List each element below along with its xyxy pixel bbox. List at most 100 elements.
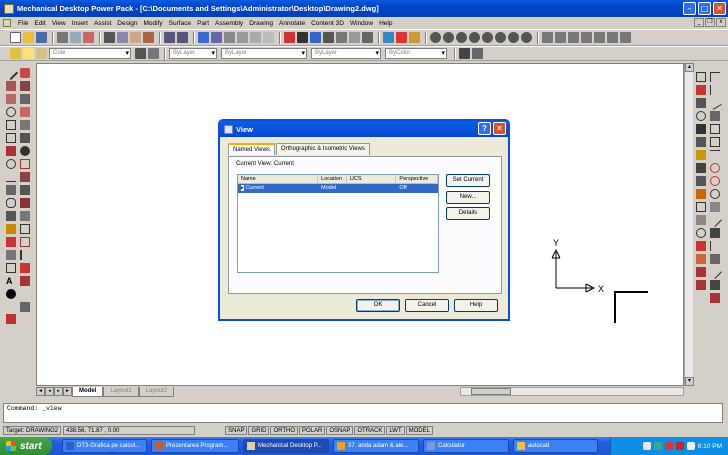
menu-annotate[interactable]: Annotate	[276, 20, 308, 27]
print-icon[interactable]	[57, 32, 68, 43]
volume-icon[interactable]	[686, 442, 695, 450]
polygon-icon[interactable]	[20, 81, 30, 91]
taskbar-item[interactable]: Prezentarea Program...	[151, 439, 239, 453]
snap-extension-icon[interactable]	[696, 267, 706, 277]
command-line[interactable]: Command: _view	[3, 403, 723, 423]
array-icon[interactable]	[6, 263, 16, 273]
otrack-toggle[interactable]: OTRACK	[354, 426, 386, 435]
dim-style-tool-icon[interactable]	[707, 264, 723, 280]
line-icon[interactable]	[3, 65, 19, 81]
menu-assembly[interactable]: Assembly	[212, 20, 246, 27]
print-preview-icon[interactable]	[70, 32, 81, 43]
leader-icon[interactable]	[710, 189, 720, 199]
maximize-button[interactable]: □	[698, 2, 711, 15]
copy-tool-icon[interactable]	[20, 302, 30, 312]
tab-prev-icon[interactable]: ◂	[45, 387, 54, 396]
menu-modify[interactable]: Modify	[141, 20, 166, 27]
security-icon[interactable]	[675, 442, 684, 450]
taskbar-item[interactable]: DT3-Grafica pe calcul...	[62, 439, 147, 453]
menu-insert[interactable]: Insert	[69, 20, 91, 27]
snap-nearest-icon[interactable]	[696, 202, 706, 212]
snap-temp-icon[interactable]	[696, 241, 706, 251]
erase-icon[interactable]	[20, 276, 30, 286]
copy-icon[interactable]	[117, 32, 128, 43]
minimize-button[interactable]: –	[683, 2, 696, 15]
radius-dim-icon[interactable]	[710, 111, 720, 121]
linear-dim-icon[interactable]	[710, 72, 720, 82]
tab-last-icon[interactable]: ►	[63, 387, 72, 396]
cut-icon[interactable]	[104, 32, 115, 43]
center-mark-icon[interactable]	[707, 212, 723, 228]
snap-tangent-icon[interactable]	[696, 137, 706, 147]
circle-icon[interactable]	[6, 107, 16, 117]
tab-model[interactable]: Model	[72, 386, 104, 397]
dialog-close-icon[interactable]: ✕	[493, 122, 506, 135]
horizontal-scrollbar[interactable]	[460, 387, 684, 396]
point-icon[interactable]	[6, 159, 16, 169]
new-file-icon[interactable]	[10, 32, 21, 43]
zoom-all-icon[interactable]	[456, 32, 467, 43]
menu-window[interactable]: Window	[347, 20, 376, 27]
grid-toggle[interactable]: GRID	[248, 426, 270, 435]
clock[interactable]: 6:10 PM	[698, 443, 722, 450]
snap-midpoint-icon[interactable]	[696, 85, 706, 95]
lineweight-select[interactable]: ByLayer	[311, 48, 381, 59]
zoom-extents-icon[interactable]	[469, 32, 480, 43]
hatch-icon[interactable]	[6, 172, 16, 182]
view-icon[interactable]	[263, 32, 274, 43]
zoom-scale-icon[interactable]	[482, 32, 493, 43]
menu-drawing[interactable]: Drawing	[246, 20, 276, 27]
menu-file[interactable]: File	[15, 20, 31, 27]
aligned-dim-icon[interactable]	[710, 85, 720, 95]
stretch-icon[interactable]	[20, 172, 30, 182]
layer-freeze-icon[interactable]	[36, 48, 47, 59]
angular-dim-icon[interactable]	[710, 137, 720, 147]
cancel-button[interactable]: Cancel	[405, 299, 449, 312]
snap-insert-icon[interactable]	[696, 176, 706, 186]
snap-quadrant-icon[interactable]	[696, 124, 706, 134]
snap-toggle[interactable]: SNAP	[225, 426, 248, 435]
baseline-dim-icon[interactable]	[710, 163, 720, 173]
menu-view[interactable]: View	[49, 20, 69, 27]
column-ucs[interactable]: UCS	[347, 175, 397, 183]
snap-intersection-icon[interactable]	[696, 98, 706, 108]
spline-icon[interactable]	[6, 120, 16, 130]
taskbar-item[interactable]: autocad	[513, 439, 598, 453]
zoom-dynamic-icon[interactable]	[508, 32, 519, 43]
view-top-icon[interactable]	[555, 32, 566, 43]
hyperlink-icon[interactable]	[211, 32, 222, 43]
lwt-toggle[interactable]: LWT	[386, 426, 405, 435]
taskbar-item-active[interactable]: Mechanical Desktop P...	[243, 439, 329, 453]
menu-part[interactable]: Part	[194, 20, 212, 27]
zoom-center-icon[interactable]	[495, 32, 506, 43]
osnap-toggle[interactable]: OSNAP	[326, 426, 354, 435]
tab-orthographic-isometric[interactable]: Orthographic & Isometric Views	[275, 143, 370, 155]
tab-next-icon[interactable]: ▸	[54, 387, 63, 396]
view-iso-icon[interactable]	[581, 32, 592, 43]
layer-on-icon[interactable]	[23, 48, 34, 59]
make-block-icon[interactable]	[6, 146, 16, 156]
dim-text-edit-icon[interactable]	[710, 241, 720, 251]
layers-icon[interactable]	[383, 32, 394, 43]
design-center-icon[interactable]	[198, 32, 209, 43]
shade-icon[interactable]	[224, 32, 235, 43]
dim-edit-icon[interactable]	[710, 228, 720, 238]
open-folder-icon[interactable]	[23, 32, 34, 43]
insert-block-icon[interactable]	[6, 133, 16, 143]
tolerance-icon[interactable]	[710, 202, 720, 212]
view-front-icon[interactable]	[542, 32, 553, 43]
menu-assist[interactable]: Assist	[91, 20, 114, 27]
menu-design[interactable]: Design	[114, 20, 140, 27]
view-right-icon[interactable]	[568, 32, 579, 43]
move-icon[interactable]	[20, 133, 30, 143]
ordinate-dim-icon[interactable]	[708, 96, 722, 110]
publish-icon[interactable]	[83, 32, 94, 43]
offset-icon[interactable]	[20, 263, 30, 273]
view-toggle-icon[interactable]	[620, 32, 631, 43]
make-current-layer-icon[interactable]	[135, 48, 146, 59]
color-select[interactable]: ByLayer	[169, 48, 217, 59]
continue-dim-icon[interactable]	[710, 176, 720, 186]
zoom-out-icon[interactable]	[443, 32, 454, 43]
tab-first-icon[interactable]: ◄	[36, 387, 45, 396]
details-button[interactable]: Details	[446, 207, 490, 220]
